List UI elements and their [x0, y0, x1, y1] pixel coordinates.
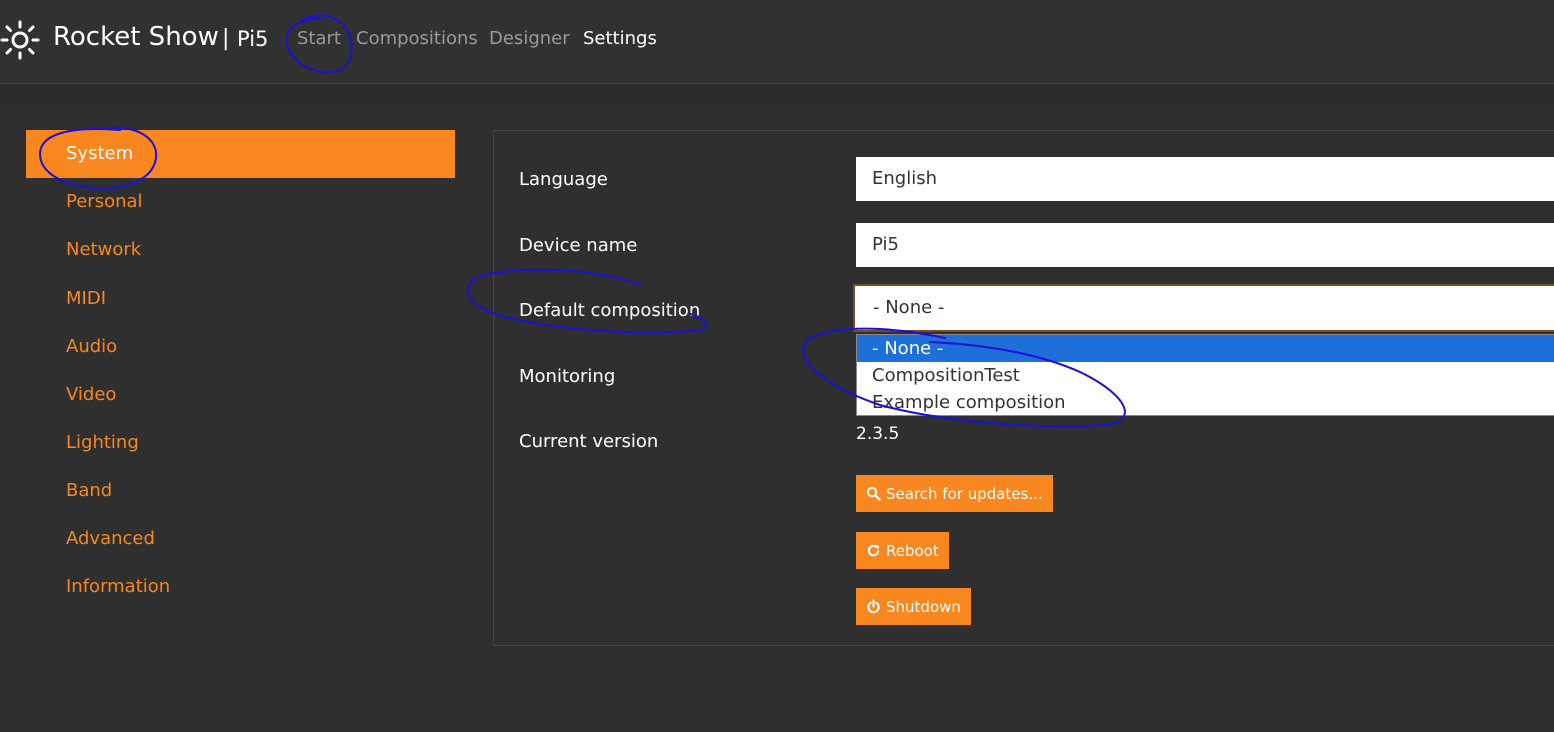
- nav-compositions[interactable]: Compositions: [356, 28, 478, 49]
- dropdown-option-compositiontest[interactable]: CompositionTest: [857, 362, 1554, 389]
- device-name-label: Device name: [519, 235, 638, 256]
- refresh-icon: [867, 544, 880, 557]
- nav-settings[interactable]: Settings: [583, 28, 657, 49]
- power-icon: [867, 599, 880, 614]
- nav-designer[interactable]: Designer: [489, 28, 570, 49]
- reboot-button[interactable]: Reboot: [856, 532, 949, 569]
- shutdown-label: Shutdown: [886, 597, 961, 616]
- sidebar-item-personal[interactable]: Personal: [26, 178, 455, 226]
- language-label: Language: [519, 169, 608, 190]
- nav-start[interactable]: Start: [297, 28, 341, 49]
- current-version-value: 2.3.5: [856, 424, 900, 444]
- default-composition-select[interactable]: - None -: [853, 284, 1554, 332]
- dropdown-option-none[interactable]: - None -: [857, 335, 1554, 362]
- sidebar-item-information[interactable]: Information: [26, 563, 455, 611]
- brand-name[interactable]: Rocket Show: [53, 22, 219, 52]
- default-composition-label: Default composition: [519, 300, 701, 321]
- sidebar-item-audio[interactable]: Audio: [26, 323, 455, 371]
- sidebar-item-network[interactable]: Network: [26, 226, 455, 274]
- sun-icon: [0, 20, 40, 60]
- sidebar-item-advanced[interactable]: Advanced: [26, 515, 455, 563]
- language-field[interactable]: [856, 157, 1554, 201]
- brand-device-name: Pi5: [237, 27, 269, 51]
- default-composition-dropdown: - None - CompositionTest Example composi…: [856, 334, 1554, 416]
- sidebar-item-system[interactable]: System: [26, 130, 455, 178]
- top-navbar: Rocket Show | Pi5 Start Compositions Des…: [0, 0, 1554, 84]
- reboot-label: Reboot: [886, 541, 939, 560]
- current-version-label: Current version: [519, 431, 659, 452]
- sidebar-item-video[interactable]: Video: [26, 371, 455, 419]
- search-updates-label: Search for updates...: [886, 484, 1043, 503]
- search-updates-button[interactable]: Search for updates...: [856, 475, 1053, 512]
- shutdown-button[interactable]: Shutdown: [856, 588, 971, 625]
- search-icon: [866, 486, 881, 501]
- device-name-field[interactable]: [856, 223, 1554, 267]
- dropdown-option-example-composition[interactable]: Example composition: [857, 389, 1554, 416]
- header-divider: [0, 85, 1554, 104]
- sidebar-item-midi[interactable]: MIDI: [26, 275, 455, 323]
- sidebar-item-lighting[interactable]: Lighting: [26, 419, 455, 467]
- sidebar-item-band[interactable]: Band: [26, 467, 455, 515]
- brand-separator: |: [222, 26, 230, 51]
- monitoring-label: Monitoring: [519, 366, 616, 387]
